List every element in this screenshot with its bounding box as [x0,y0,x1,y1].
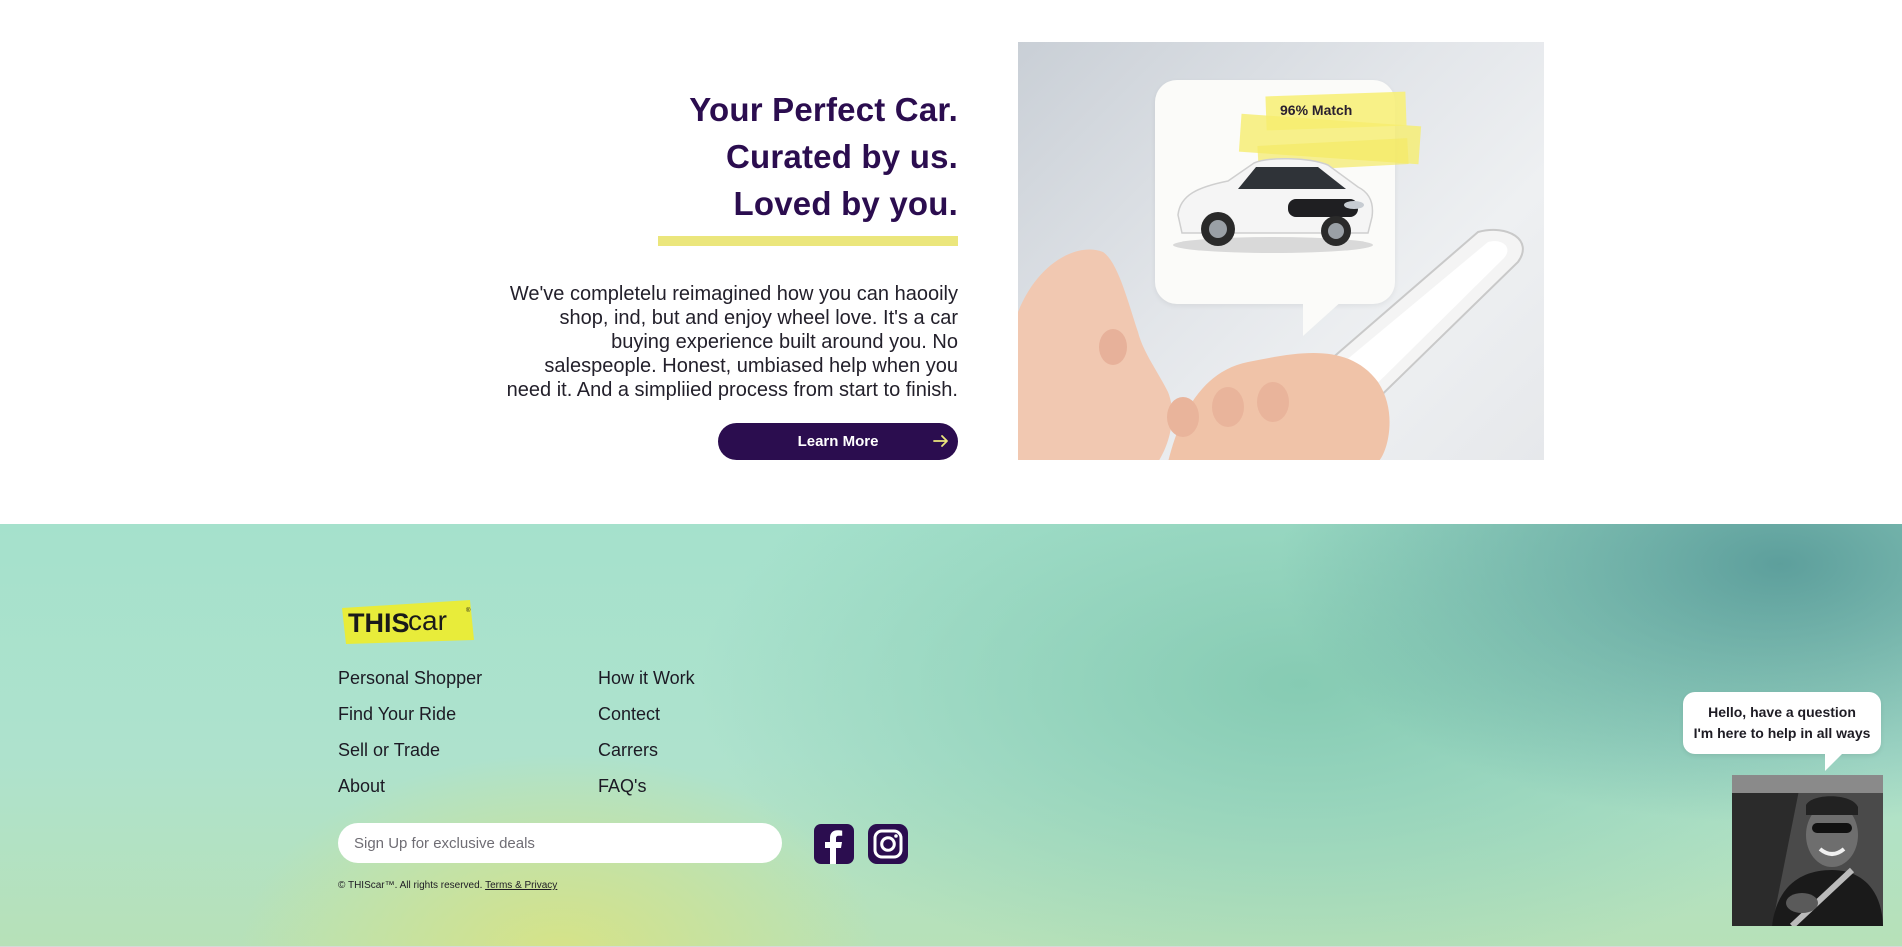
chat-bubble-tail [1825,753,1843,771]
svg-text:car: car [408,605,447,636]
copyright-notice: © THIScar™. All rights reserved. Terms &… [338,880,557,891]
instagram-icon[interactable] [868,824,908,864]
svg-text:THIS: THIS [348,608,410,638]
footer-link-personal-shopper[interactable]: Personal Shopper [338,668,482,704]
site-footer: THIS car ® Personal Shopper Find Your Ri… [0,524,1902,947]
hand-phone-illustration [1018,228,1524,460]
headline-underline [658,236,958,246]
facebook-icon[interactable] [814,824,854,864]
footer-link-find-your-ride[interactable]: Find Your Ride [338,704,482,740]
footer-link-carrers[interactable]: Carrers [598,740,695,776]
hero-text-block: Your Perfect Car. Curated by us. Loved b… [498,86,958,460]
chat-greeting-line-1: Hello, have a question [1708,704,1856,720]
headline-line-1: Your Perfect Car. [689,91,958,128]
thiscar-logo[interactable]: THIS car ® [338,596,478,646]
copyright-text: © THIScar™. All rights reserved. [338,880,483,891]
hero-headline: Your Perfect Car. Curated by us. Loved b… [498,86,958,227]
svg-text:®: ® [466,607,471,614]
arrow-right-icon [933,435,948,447]
footer-link-contect[interactable]: Contect [598,704,695,740]
match-percentage: 96% Match [1280,102,1353,118]
chat-agent-avatar[interactable] [1732,775,1883,926]
headline-line-3: Loved by you. [733,185,958,222]
footer-link-sell-or-trade[interactable]: Sell or Trade [338,740,482,776]
learn-more-label: Learn More [797,433,879,450]
newsletter-signup-input[interactable] [338,823,782,863]
hero-image: 96% Match [1018,42,1544,460]
hero-description: We've completelu reimagined how you can … [506,283,958,401]
footer-links-primary: Personal Shopper Find Your Ride Sell or … [338,668,482,812]
chat-greeting-bubble[interactable]: Hello, have a question I'm here to help … [1683,692,1881,754]
chat-greeting-line-2: I'm here to help in all ways [1693,725,1871,741]
footer-links-secondary: How it Work Contect Carrers FAQ's [598,668,695,812]
hero-section: Your Perfect Car. Curated by us. Loved b… [0,0,1902,524]
terms-privacy-link[interactable]: Terms & Privacy [485,880,557,891]
headline-line-2: Curated by us. [725,138,958,175]
footer-link-faqs[interactable]: FAQ's [598,776,695,812]
footer-link-about[interactable]: About [338,776,482,812]
footer-link-how-it-work[interactable]: How it Work [598,668,695,704]
learn-more-button[interactable]: Learn More [718,423,958,460]
agent-photo [1732,775,1883,926]
